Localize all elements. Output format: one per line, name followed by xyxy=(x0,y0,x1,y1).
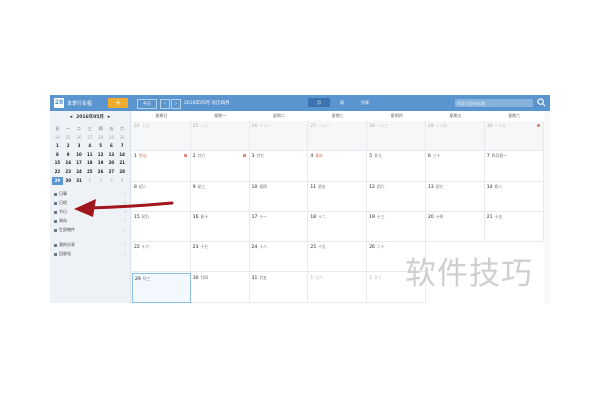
red-arrow-annotation xyxy=(74,199,174,217)
